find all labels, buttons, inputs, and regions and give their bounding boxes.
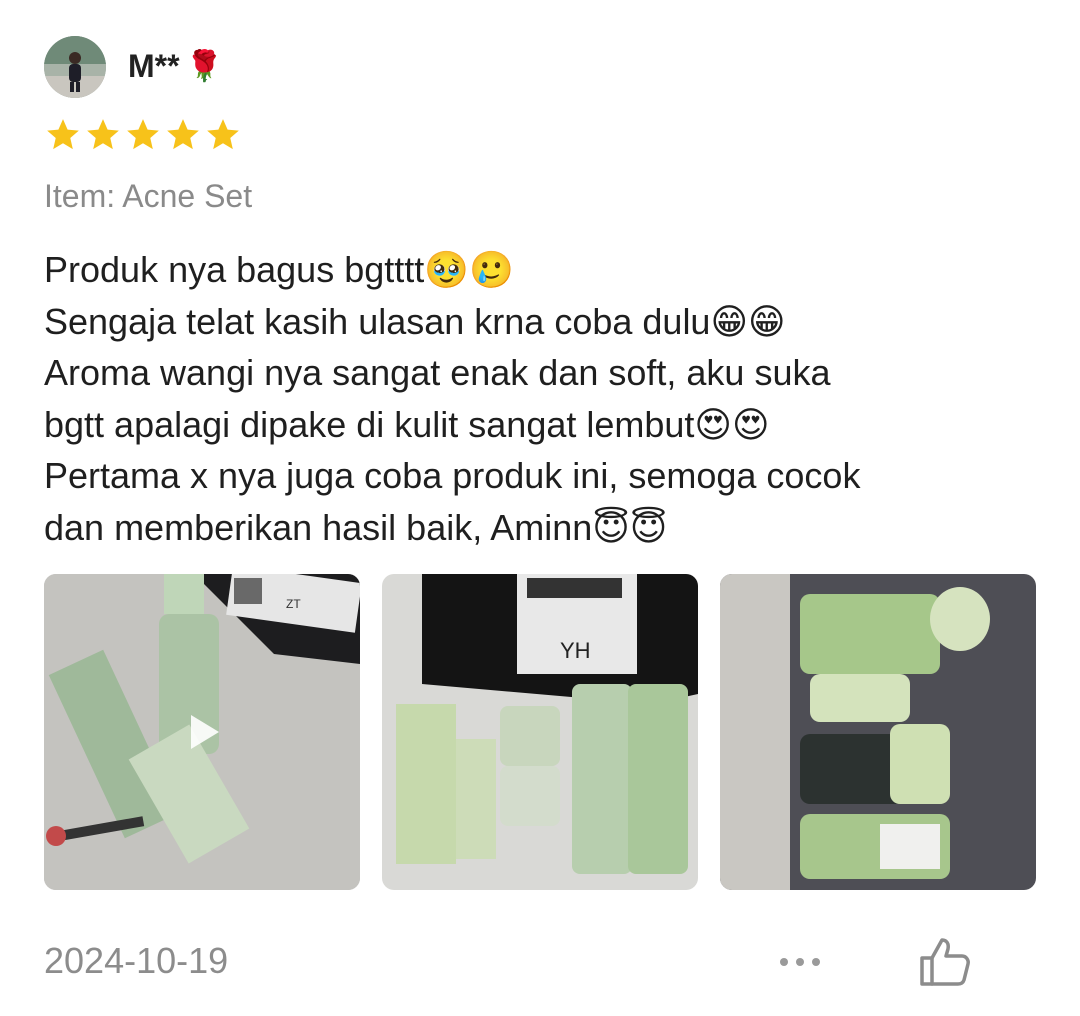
review-photo[interactable] — [720, 574, 1036, 890]
star-icon — [167, 119, 199, 150]
rating-stars — [44, 116, 242, 154]
reviewer-avatar[interactable] — [44, 36, 106, 98]
more-dots-icon[interactable] — [776, 950, 824, 974]
play-icon[interactable] — [177, 707, 227, 757]
star-icon — [47, 119, 79, 150]
review-photo[interactable]: YH — [382, 574, 698, 890]
review-date: 2024-10-19 — [44, 940, 229, 981]
rose-emoji: 🌹 — [185, 49, 223, 83]
item-variant: Item: Acne Set — [44, 178, 253, 214]
star-icon — [207, 119, 239, 150]
package-label-text: ZT — [286, 597, 301, 611]
review-line: Aroma wangi nya sangat enak dan soft, ak… — [44, 352, 831, 393]
review-line: dan memberikan hasil baik, Aminn😇😇 — [44, 506, 668, 548]
review-line: Produk nya bagus bgtttt🥹🥲 — [44, 249, 514, 290]
review-text: Produk nya bagus bgtttt🥹🥲 Sengaja telat … — [44, 244, 1044, 553]
review-photos: ZT YH — [44, 574, 1036, 890]
review-line: Pertama x nya juga coba produk ini, semo… — [44, 455, 861, 496]
review-line: Sengaja telat kasih ulasan krna coba dul… — [44, 300, 786, 342]
thumbs-up-icon[interactable] — [916, 934, 972, 990]
review-video-thumbnail[interactable]: ZT — [44, 574, 360, 890]
username-text: M** — [128, 48, 180, 84]
star-icon — [127, 119, 159, 150]
package-label-text: YH — [560, 638, 591, 663]
review-line: bgtt apalagi dipake di kulit sangat lemb… — [44, 403, 770, 445]
star-icon — [87, 119, 119, 150]
reviewer-name: M** 🌹 — [128, 48, 223, 85]
